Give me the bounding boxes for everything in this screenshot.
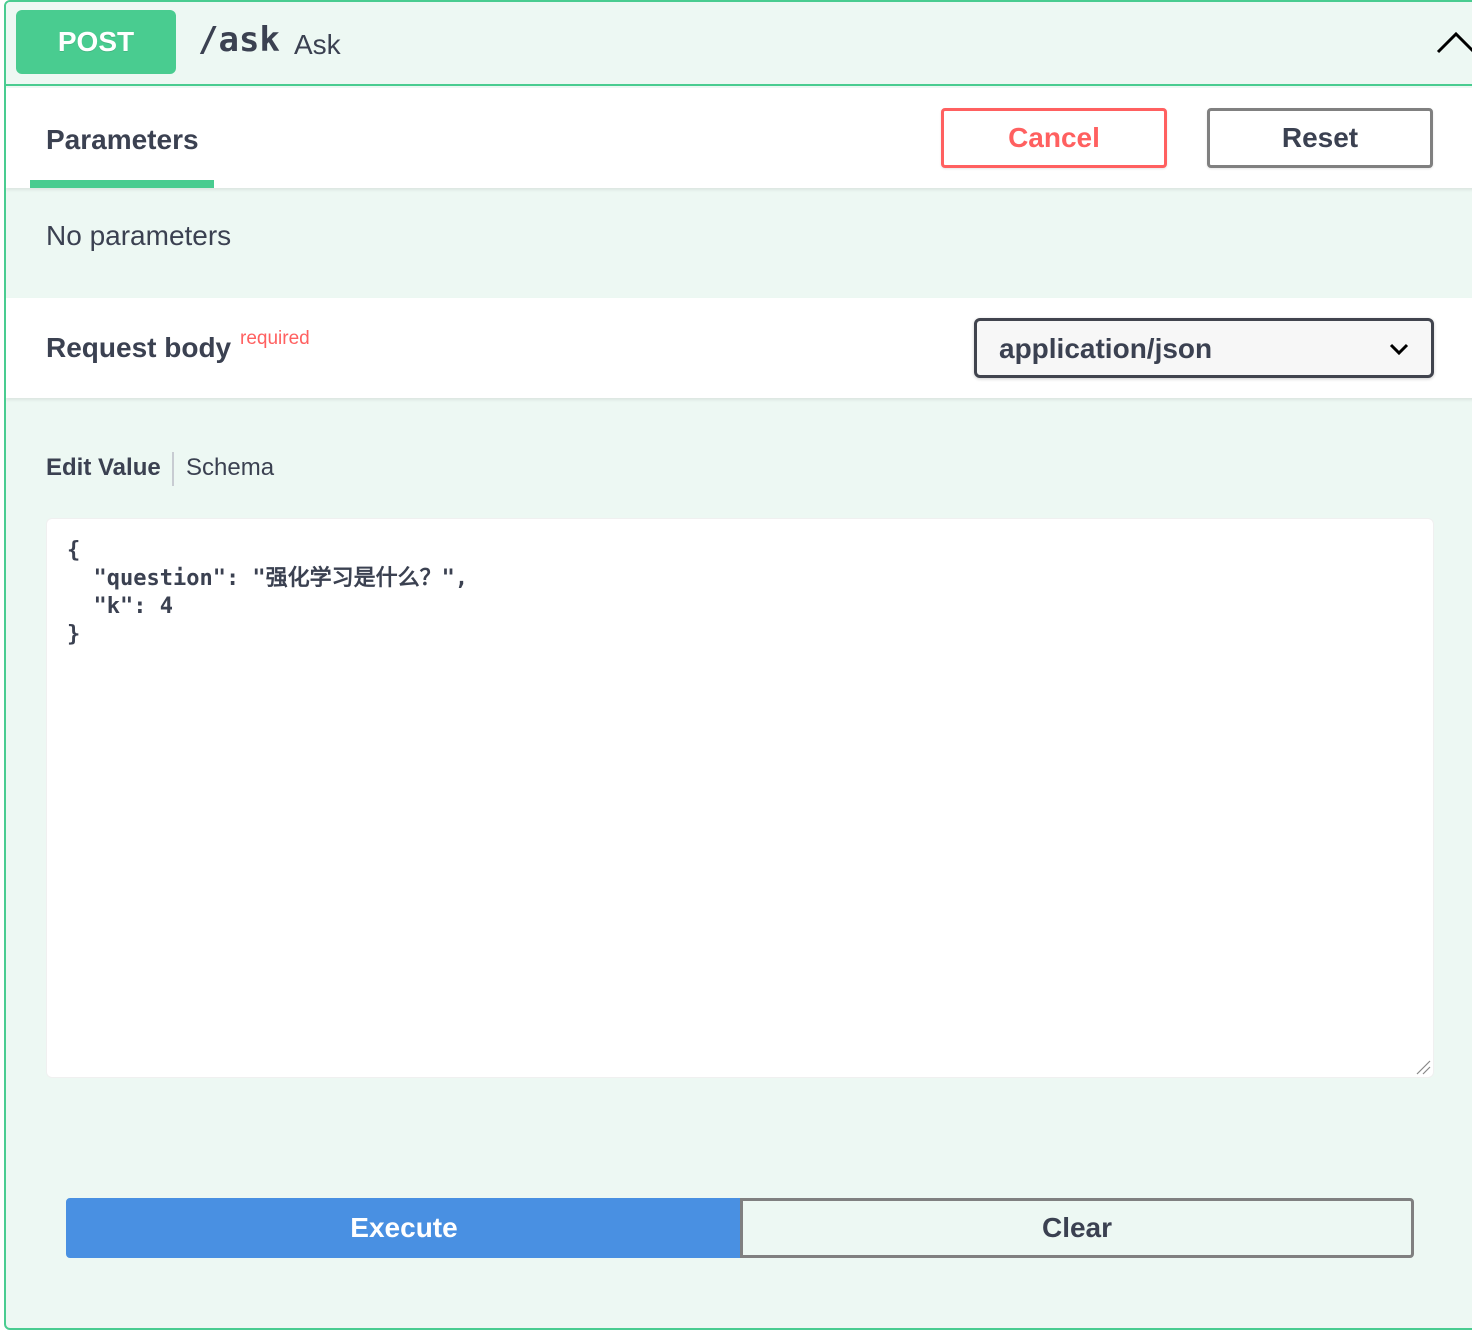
required-badge: required bbox=[240, 328, 310, 349]
cancel-button[interactable]: Cancel bbox=[941, 108, 1167, 168]
content-type-value: application/json bbox=[999, 333, 1213, 364]
parameters-header: Parameters Cancel Reset bbox=[6, 88, 1472, 188]
method-badge: POST bbox=[16, 10, 176, 74]
request-body-title: Request body bbox=[46, 332, 232, 363]
operation-summary[interactable]: POST /ask Ask bbox=[6, 2, 1472, 86]
tab-parameters[interactable]: Parameters bbox=[30, 88, 214, 188]
tab-active-indicator bbox=[30, 180, 214, 188]
resize-handle-icon[interactable] bbox=[1415, 1059, 1431, 1075]
clear-button[interactable]: Clear bbox=[740, 1198, 1414, 1258]
chevron-up-icon[interactable] bbox=[1434, 24, 1472, 60]
endpoint-path: /ask bbox=[198, 20, 280, 60]
reset-button[interactable]: Reset bbox=[1207, 108, 1433, 168]
tab-schema[interactable]: Schema bbox=[186, 454, 274, 482]
endpoint-description: Ask bbox=[294, 29, 341, 60]
tab-divider bbox=[172, 452, 174, 486]
chevron-down-icon bbox=[1389, 343, 1409, 356]
tab-parameters-label: Parameters bbox=[46, 124, 199, 155]
operation-block-post-ask: POST /ask Ask Parameters Cancel Reset No… bbox=[4, 0, 1472, 1330]
request-body-header: Request body required application/json bbox=[6, 298, 1472, 398]
no-parameters-text: No parameters bbox=[46, 220, 232, 251]
tab-edit-value[interactable]: Edit Value bbox=[46, 454, 161, 482]
execute-button[interactable]: Execute bbox=[66, 1198, 742, 1258]
request-body-text[interactable]: { "question": "强化学习是什么？", "k": 4 } bbox=[67, 537, 468, 649]
content-type-select[interactable]: application/json bbox=[974, 318, 1434, 378]
request-body-editor[interactable]: { "question": "强化学习是什么？", "k": 4 } bbox=[46, 518, 1434, 1078]
